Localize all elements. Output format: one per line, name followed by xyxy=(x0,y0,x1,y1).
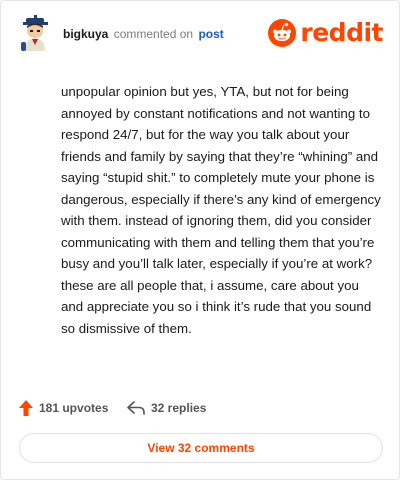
comment-footer: 181 upvotes 32 replies xyxy=(19,397,379,419)
upvote-count: 181 upvotes xyxy=(39,401,109,415)
comment-card: bigkuya commented on post reddit unpopul… xyxy=(0,0,400,480)
reply-count: 32 replies xyxy=(151,401,207,415)
comment-header: bigkuya commented on post reddit xyxy=(17,15,383,55)
brand-wordmark: reddit xyxy=(300,18,383,47)
reply-arrow-icon xyxy=(127,401,145,415)
brand-logo[interactable]: reddit xyxy=(268,19,383,47)
comment-body: unpopular opinion but yes, YTA, but not … xyxy=(61,84,381,336)
upvote-arrow-icon xyxy=(19,400,33,416)
user-avatar[interactable] xyxy=(17,15,55,53)
reply-button[interactable]: 32 replies xyxy=(127,397,206,419)
action-text: commented on xyxy=(113,27,194,41)
username-link[interactable]: bigkuya xyxy=(63,27,108,41)
avatar-icon xyxy=(21,15,48,51)
comment-byline: bigkuya commented on post xyxy=(63,27,224,41)
upvote-button[interactable]: 181 upvotes xyxy=(19,397,108,419)
reddit-snoo-icon xyxy=(268,19,297,47)
post-link[interactable]: post xyxy=(198,27,223,41)
view-comments-button[interactable]: View 32 comments xyxy=(19,433,383,463)
